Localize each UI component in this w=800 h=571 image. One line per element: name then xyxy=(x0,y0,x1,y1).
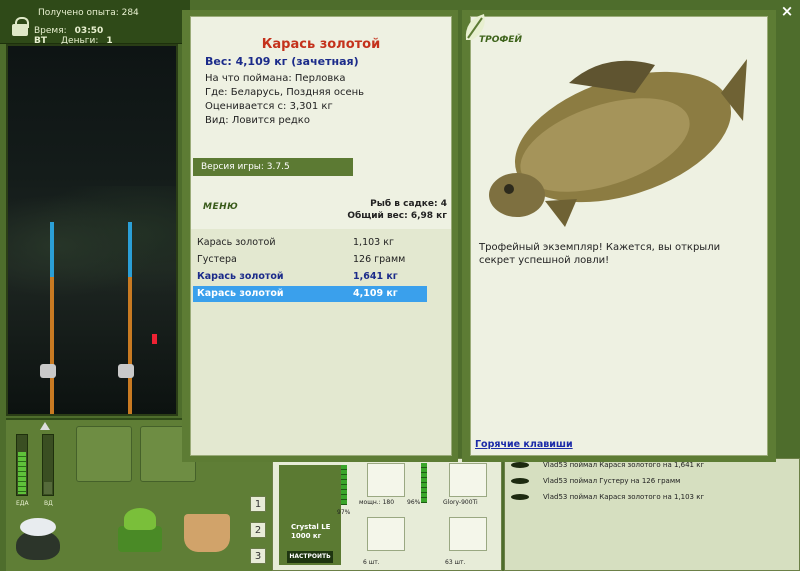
bag-page-1[interactable]: 1 xyxy=(250,496,266,512)
fish-icon xyxy=(511,462,529,468)
bucket-icon[interactable] xyxy=(184,514,230,552)
chat-text-1: Vlad53 поймал Карася золотого на 1,641 к… xyxy=(543,461,705,469)
water-meter-fill xyxy=(44,482,52,494)
hook-slot[interactable] xyxy=(367,517,405,551)
rod-name: Crystal LE xyxy=(291,523,331,531)
hooks-count: 6 шт. xyxy=(363,559,380,566)
trophy-card: ТРОФЕЙ Трофейный экземпляр! Кажется, вы … xyxy=(470,16,768,456)
leaf-emblem-icon xyxy=(465,14,485,40)
water-label: ВД xyxy=(44,500,53,507)
lock-icon[interactable] xyxy=(12,17,29,36)
keepnet-stats: Рыб в садке: 4 Общий вес: 6,98 кг xyxy=(347,198,447,222)
catch-location: Где: Беларусь, Поздняя осень xyxy=(205,87,365,98)
catch-row[interactable]: Карась золотой 1,641 кг xyxy=(193,269,429,285)
hud-bar: Получено опыта: 284 Время: 03:50 ВТ Деньги… xyxy=(0,0,190,46)
chat-text-2: Vlad53 поймал Густеру на 126 грамм xyxy=(543,477,681,485)
catch-name: Густера xyxy=(197,254,237,265)
food-meter-fill xyxy=(18,452,26,494)
total-weight: Общий вес: 6,98 кг xyxy=(347,211,447,221)
fish-in-keepnet: Рыб в садке: 4 xyxy=(370,199,447,209)
tackle-box-slot[interactable] xyxy=(76,426,132,482)
fishing-rod-2[interactable] xyxy=(128,222,132,414)
crucian-carp-image xyxy=(489,59,747,227)
fish-kind: Вид: Ловится редко xyxy=(205,115,310,126)
trophy-description: Трофейный экземпляр! Кажется, вы открыли… xyxy=(479,242,721,266)
food-basket-icon[interactable] xyxy=(112,500,168,556)
line-slot[interactable] xyxy=(449,463,487,497)
rod-slot[interactable]: Crystal LE 1000 кг НАСТРОИТЬ xyxy=(279,465,341,565)
bag-page-3[interactable]: 3 xyxy=(250,548,266,564)
chat-line-2: Vlad53 поймал Густеру на 126 грамм xyxy=(511,473,795,489)
cooking-pot-icon[interactable] xyxy=(12,512,64,562)
reel-2-icon xyxy=(118,364,134,378)
tree-silhouettes xyxy=(8,186,176,306)
catch-list: Карась золотой 1,103 кг Густера 126 грамм … xyxy=(191,229,451,455)
caught-on: На что поймана: Перловка xyxy=(205,73,346,84)
time-label: Время: xyxy=(34,26,67,36)
chat-line-3: Vlad53 поймал Карася золотого на 1,103 к… xyxy=(511,489,795,505)
catch-weight: 1,641 кг xyxy=(353,271,398,282)
fish-name: Карась золотой xyxy=(261,37,381,52)
catch-name: Карась золотой xyxy=(197,288,284,299)
hotkeys-link[interactable]: Горячие клавиши xyxy=(475,439,573,450)
reel-wear-bar xyxy=(421,463,427,503)
catch-row[interactable]: Карась золотой 1,103 кг xyxy=(193,235,429,251)
catch-row[interactable]: Густера 126 грамм xyxy=(193,252,429,268)
chat-log: Vlad53 поймал Карася золотого на 1,641 к… xyxy=(504,458,800,571)
food-label: ЕДА xyxy=(16,500,29,507)
hud-time-money: Время: 03:50 ВТ Деньги: 1 xyxy=(34,26,190,46)
setup-button[interactable]: НАСТРОИТЬ xyxy=(287,551,333,563)
catch-weight: 4,109 кг xyxy=(353,288,398,299)
chat-text-3: Vlad53 поймал Карася золотого на 1,103 к… xyxy=(543,493,705,501)
fish-weight: Вес: 4,109 кг (зачетная) xyxy=(205,55,359,68)
bobber-icon xyxy=(152,334,157,344)
tackle-panel: Crystal LE 1000 кг НАСТРОИТЬ 97% мощн.: … xyxy=(272,458,502,571)
catch-row-selected[interactable]: Карась золотой 4,109 кг xyxy=(193,286,427,302)
menu-button[interactable]: МЕНЮ xyxy=(203,202,238,212)
game-version: Версия игры: 3.7.5 xyxy=(193,158,353,176)
reel-power: мощн.: 180 xyxy=(359,499,395,506)
fishing-scene[interactable] xyxy=(6,44,178,416)
reel-slot[interactable] xyxy=(367,463,405,497)
pot-top xyxy=(20,518,56,536)
bait-slot[interactable] xyxy=(449,517,487,551)
rod-wear: 97% xyxy=(337,509,351,516)
water-meter xyxy=(42,434,54,496)
catch-weight: 1,103 кг xyxy=(353,237,394,248)
fish-icon xyxy=(511,494,529,500)
experience-label: Получено опыта: 284 xyxy=(38,8,139,18)
reel-1-icon xyxy=(40,364,56,378)
basket-greens xyxy=(124,508,156,530)
arrow-up-icon[interactable] xyxy=(40,422,50,430)
rod-capacity: 1000 кг xyxy=(291,532,322,540)
line-name: Glory-900Ti xyxy=(443,499,478,506)
fishing-rod-1[interactable] xyxy=(50,222,54,414)
bag-page-2[interactable]: 2 xyxy=(250,522,266,538)
food-meter xyxy=(16,434,28,496)
valued-from: Оценивается с: 3,301 кг xyxy=(205,101,333,112)
catch-weight: 126 грамм xyxy=(353,254,406,265)
fish-info-card: Карась золотой Вес: 4,109 кг (зачетная) … xyxy=(190,16,452,456)
reel-wear: 96% xyxy=(407,499,421,506)
fish-icon xyxy=(511,478,529,484)
rod-wear-bar xyxy=(341,465,347,505)
catch-name: Карась золотой xyxy=(197,271,284,282)
close-icon[interactable]: × xyxy=(776,2,798,20)
catch-name: Карась золотой xyxy=(197,237,276,248)
bait-count: 63 шт. xyxy=(445,559,466,566)
